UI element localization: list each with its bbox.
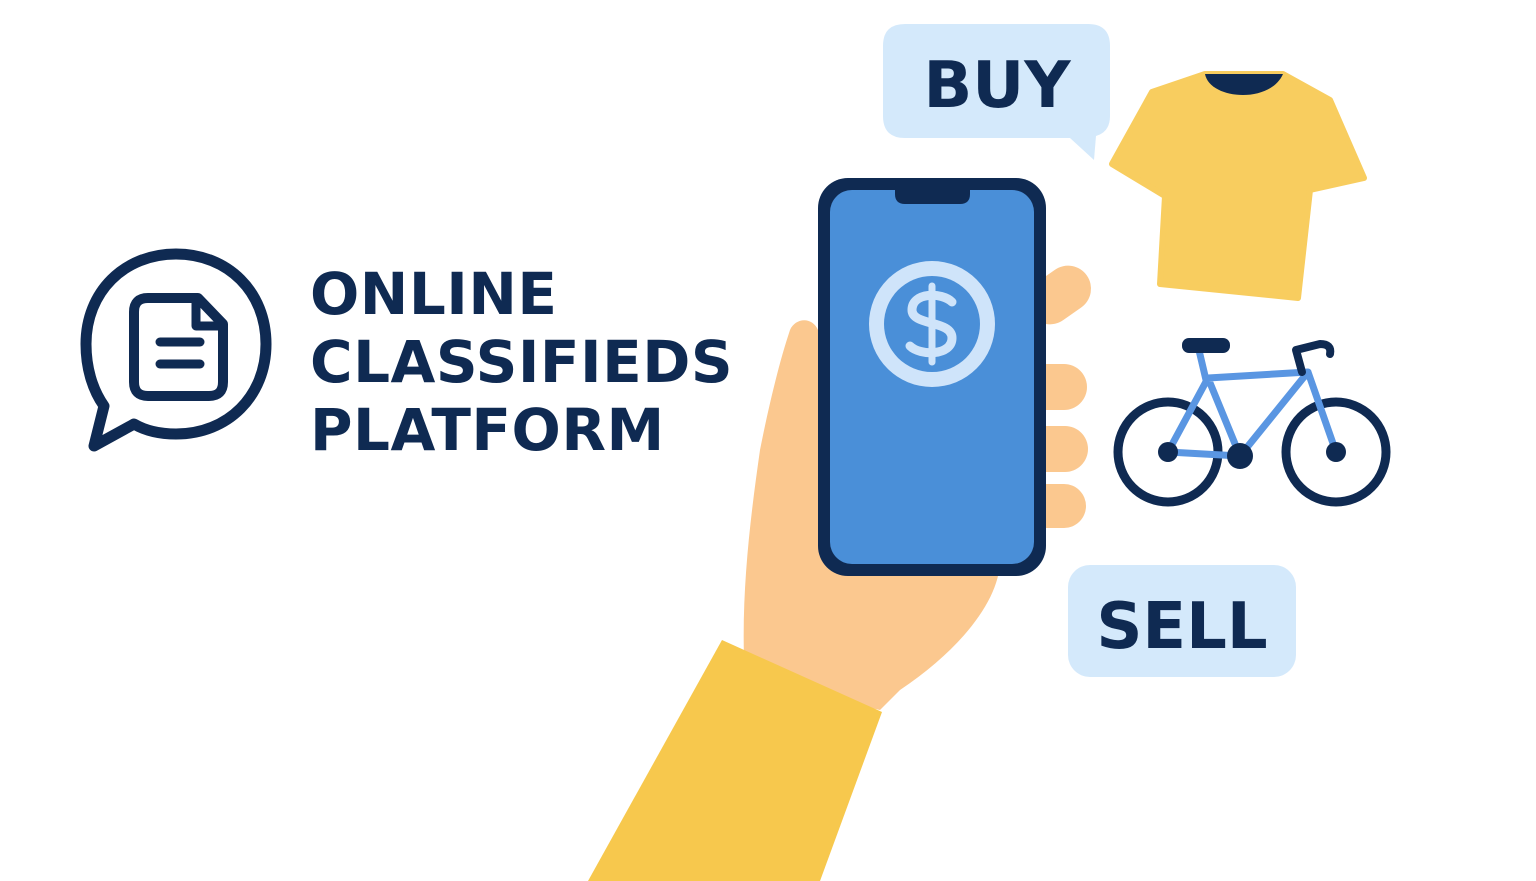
hero-banner: ONLINE CLASSIFIEDS PLATFORM BUY SELL xyxy=(0,0,1536,881)
t-shirt-icon xyxy=(1109,71,1367,301)
sell-label: SELL xyxy=(1096,590,1267,664)
buy-label: BUY xyxy=(923,49,1071,123)
bicycle-icon xyxy=(1113,338,1391,507)
buy-bubble: BUY xyxy=(883,24,1110,160)
dollar-coin-icon xyxy=(869,261,995,387)
hand-phone-illustration: BUY SELL xyxy=(588,24,1391,881)
sell-bubble: SELL xyxy=(1068,565,1296,677)
